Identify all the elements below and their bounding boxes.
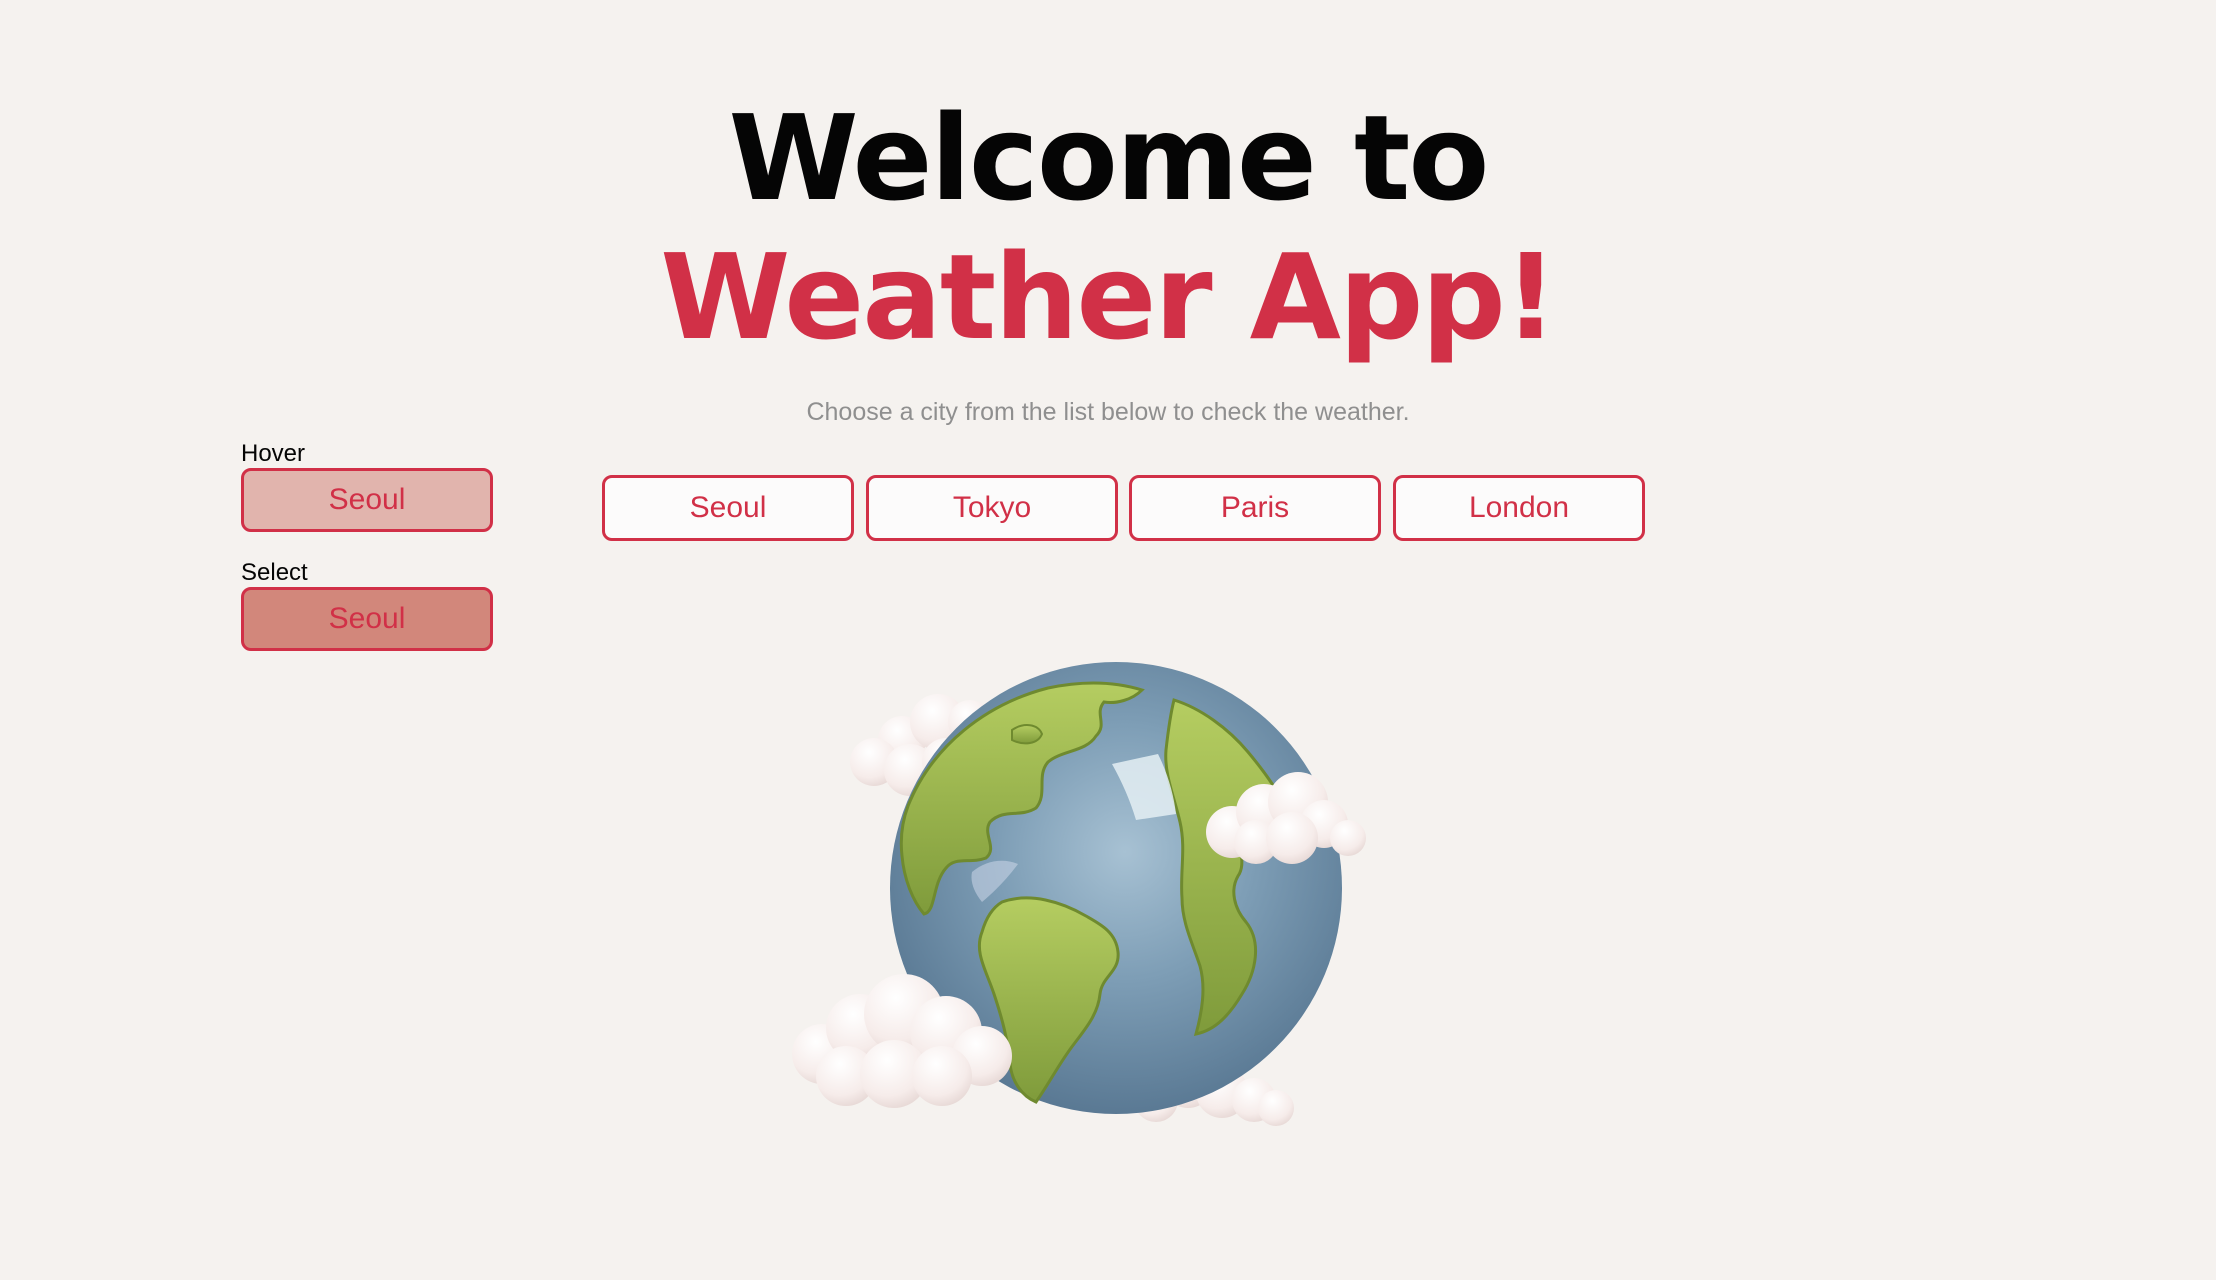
city-button-tokyo[interactable]: Tokyo <box>866 475 1118 541</box>
seoul-button-hover-sample[interactable]: Seoul <box>241 468 493 532</box>
city-button-paris[interactable]: Paris <box>1129 475 1381 541</box>
hover-state-label: Hover <box>241 440 306 467</box>
hero-title-line1: Welcome to <box>728 89 1490 227</box>
hero-title-line2: Weather App! <box>660 228 1557 366</box>
globe-with-clouds-icon <box>786 652 1426 1132</box>
hero-subtitle: Choose a city from the list below to che… <box>806 398 1410 426</box>
city-button-london[interactable]: London <box>1393 475 1645 541</box>
seoul-button-select-sample[interactable]: Seoul <box>241 587 493 651</box>
city-button-seoul[interactable]: Seoul <box>602 475 854 541</box>
select-state-label: Select <box>241 559 308 586</box>
